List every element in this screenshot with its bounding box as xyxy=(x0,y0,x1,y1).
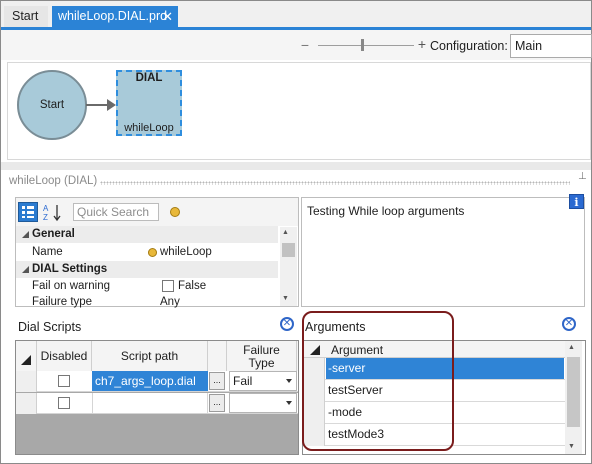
fail-on-warning-checkbox[interactable] xyxy=(162,280,174,292)
splitter[interactable] xyxy=(1,162,591,170)
close-icon[interactable]: ✕ xyxy=(162,6,173,27)
description-text: Testing While loop arguments xyxy=(307,204,465,218)
column-header-disabled[interactable]: Disabled xyxy=(37,341,92,371)
category-dial-settings[interactable]: DIAL Settings xyxy=(16,261,278,278)
property-value[interactable]: Any xyxy=(160,294,180,311)
chevron-down-icon xyxy=(286,379,292,383)
quick-search-input[interactable]: Quick Search xyxy=(73,203,159,221)
flow-canvas[interactable] xyxy=(7,62,591,160)
configuration-label: Configuration: xyxy=(430,39,508,53)
category-general[interactable]: General xyxy=(16,226,278,243)
start-node[interactable]: Start xyxy=(17,70,87,140)
collapse-icon[interactable] xyxy=(22,231,29,238)
expression-icon[interactable] xyxy=(148,248,157,257)
svg-text:A: A xyxy=(43,204,49,213)
svg-text:Z: Z xyxy=(43,213,48,222)
highlight-annotation xyxy=(302,311,454,451)
zoom-in-button[interactable]: + xyxy=(416,36,428,52)
categorized-icon xyxy=(22,206,34,218)
row-header[interactable] xyxy=(16,393,37,414)
property-label: Fail on warning xyxy=(32,280,110,292)
category-label: General xyxy=(32,228,75,240)
sort-az-icon: A Z xyxy=(43,204,61,222)
pin-icon[interactable]: ⊥ xyxy=(578,171,587,182)
scroll-down-icon[interactable]: ▼ xyxy=(282,295,289,302)
tab-whileloop[interactable]: whileLoop.DIAL.prd ✕ xyxy=(52,6,178,27)
panel-title: whileLoop (DIAL) xyxy=(9,175,98,187)
column-header-script-path[interactable]: Script path xyxy=(92,341,208,371)
select-all-corner[interactable] xyxy=(16,341,37,371)
column-header-browse xyxy=(208,341,227,371)
scrollbar-thumb[interactable] xyxy=(282,243,295,257)
tab-label: Start xyxy=(12,9,39,23)
tab-label: whileLoop.DIAL.prd xyxy=(58,9,168,23)
zoom-slider-thumb[interactable] xyxy=(361,39,364,51)
configuration-select[interactable]: Main xyxy=(510,34,592,58)
remove-argument-icon[interactable]: ✕ xyxy=(562,317,576,331)
scroll-up-icon[interactable]: ▲ xyxy=(568,344,575,351)
failure-type-value: Fail xyxy=(233,374,253,388)
dial-node-name: whileLoop xyxy=(124,122,174,134)
failure-type-select[interactable] xyxy=(229,393,297,413)
connector-arrowhead xyxy=(107,99,116,111)
disabled-checkbox[interactable] xyxy=(58,375,70,387)
remove-dial-script-icon[interactable]: ✕ xyxy=(280,317,294,331)
tab-start[interactable]: Start xyxy=(4,6,48,27)
property-value: False xyxy=(178,280,207,292)
property-label: Failure type xyxy=(32,296,93,308)
column-header-failure-type[interactable]: Failure Type xyxy=(227,341,297,371)
chevron-down-icon xyxy=(286,401,292,405)
property-value[interactable]: whileLoop xyxy=(160,244,212,261)
panel-grip xyxy=(100,181,570,185)
dial-scripts-label: Dial Scripts xyxy=(18,320,82,334)
zoom-slider-track[interactable] xyxy=(318,45,414,46)
scroll-up-icon[interactable]: ▲ xyxy=(282,229,289,236)
failure-type-select[interactable]: Fail xyxy=(229,371,297,391)
row-header[interactable] xyxy=(16,371,37,392)
browse-button[interactable]: ... xyxy=(209,394,225,412)
script-path-cell[interactable]: ch7_args_loop.dial xyxy=(92,371,208,391)
collapse-icon[interactable] xyxy=(22,266,29,273)
scrollbar-thumb[interactable] xyxy=(567,357,580,427)
property-row-failure-type[interactable]: Failure type Any xyxy=(16,294,278,311)
property-label: Name xyxy=(32,246,63,258)
categorized-view-button[interactable] xyxy=(18,202,38,222)
category-label: DIAL Settings xyxy=(32,263,108,275)
script-path-cell[interactable] xyxy=(92,393,208,413)
dial-node-title: DIAL xyxy=(135,72,163,84)
zoom-out-button[interactable]: − xyxy=(298,37,312,53)
browse-button[interactable]: ... xyxy=(209,372,225,390)
info-icon[interactable]: i xyxy=(569,194,584,209)
disabled-checkbox[interactable] xyxy=(58,397,70,409)
property-row-name[interactable]: Name whileLoop xyxy=(16,244,278,261)
scroll-down-icon[interactable]: ▼ xyxy=(568,443,575,450)
description-box[interactable]: Testing While loop arguments xyxy=(301,197,585,307)
expression-icon[interactable] xyxy=(170,207,180,217)
corner-icon xyxy=(21,355,31,365)
alphabetical-view-button[interactable]: A Z xyxy=(42,202,64,222)
property-row-fail-on-warning[interactable]: Fail on warning False xyxy=(16,278,278,295)
